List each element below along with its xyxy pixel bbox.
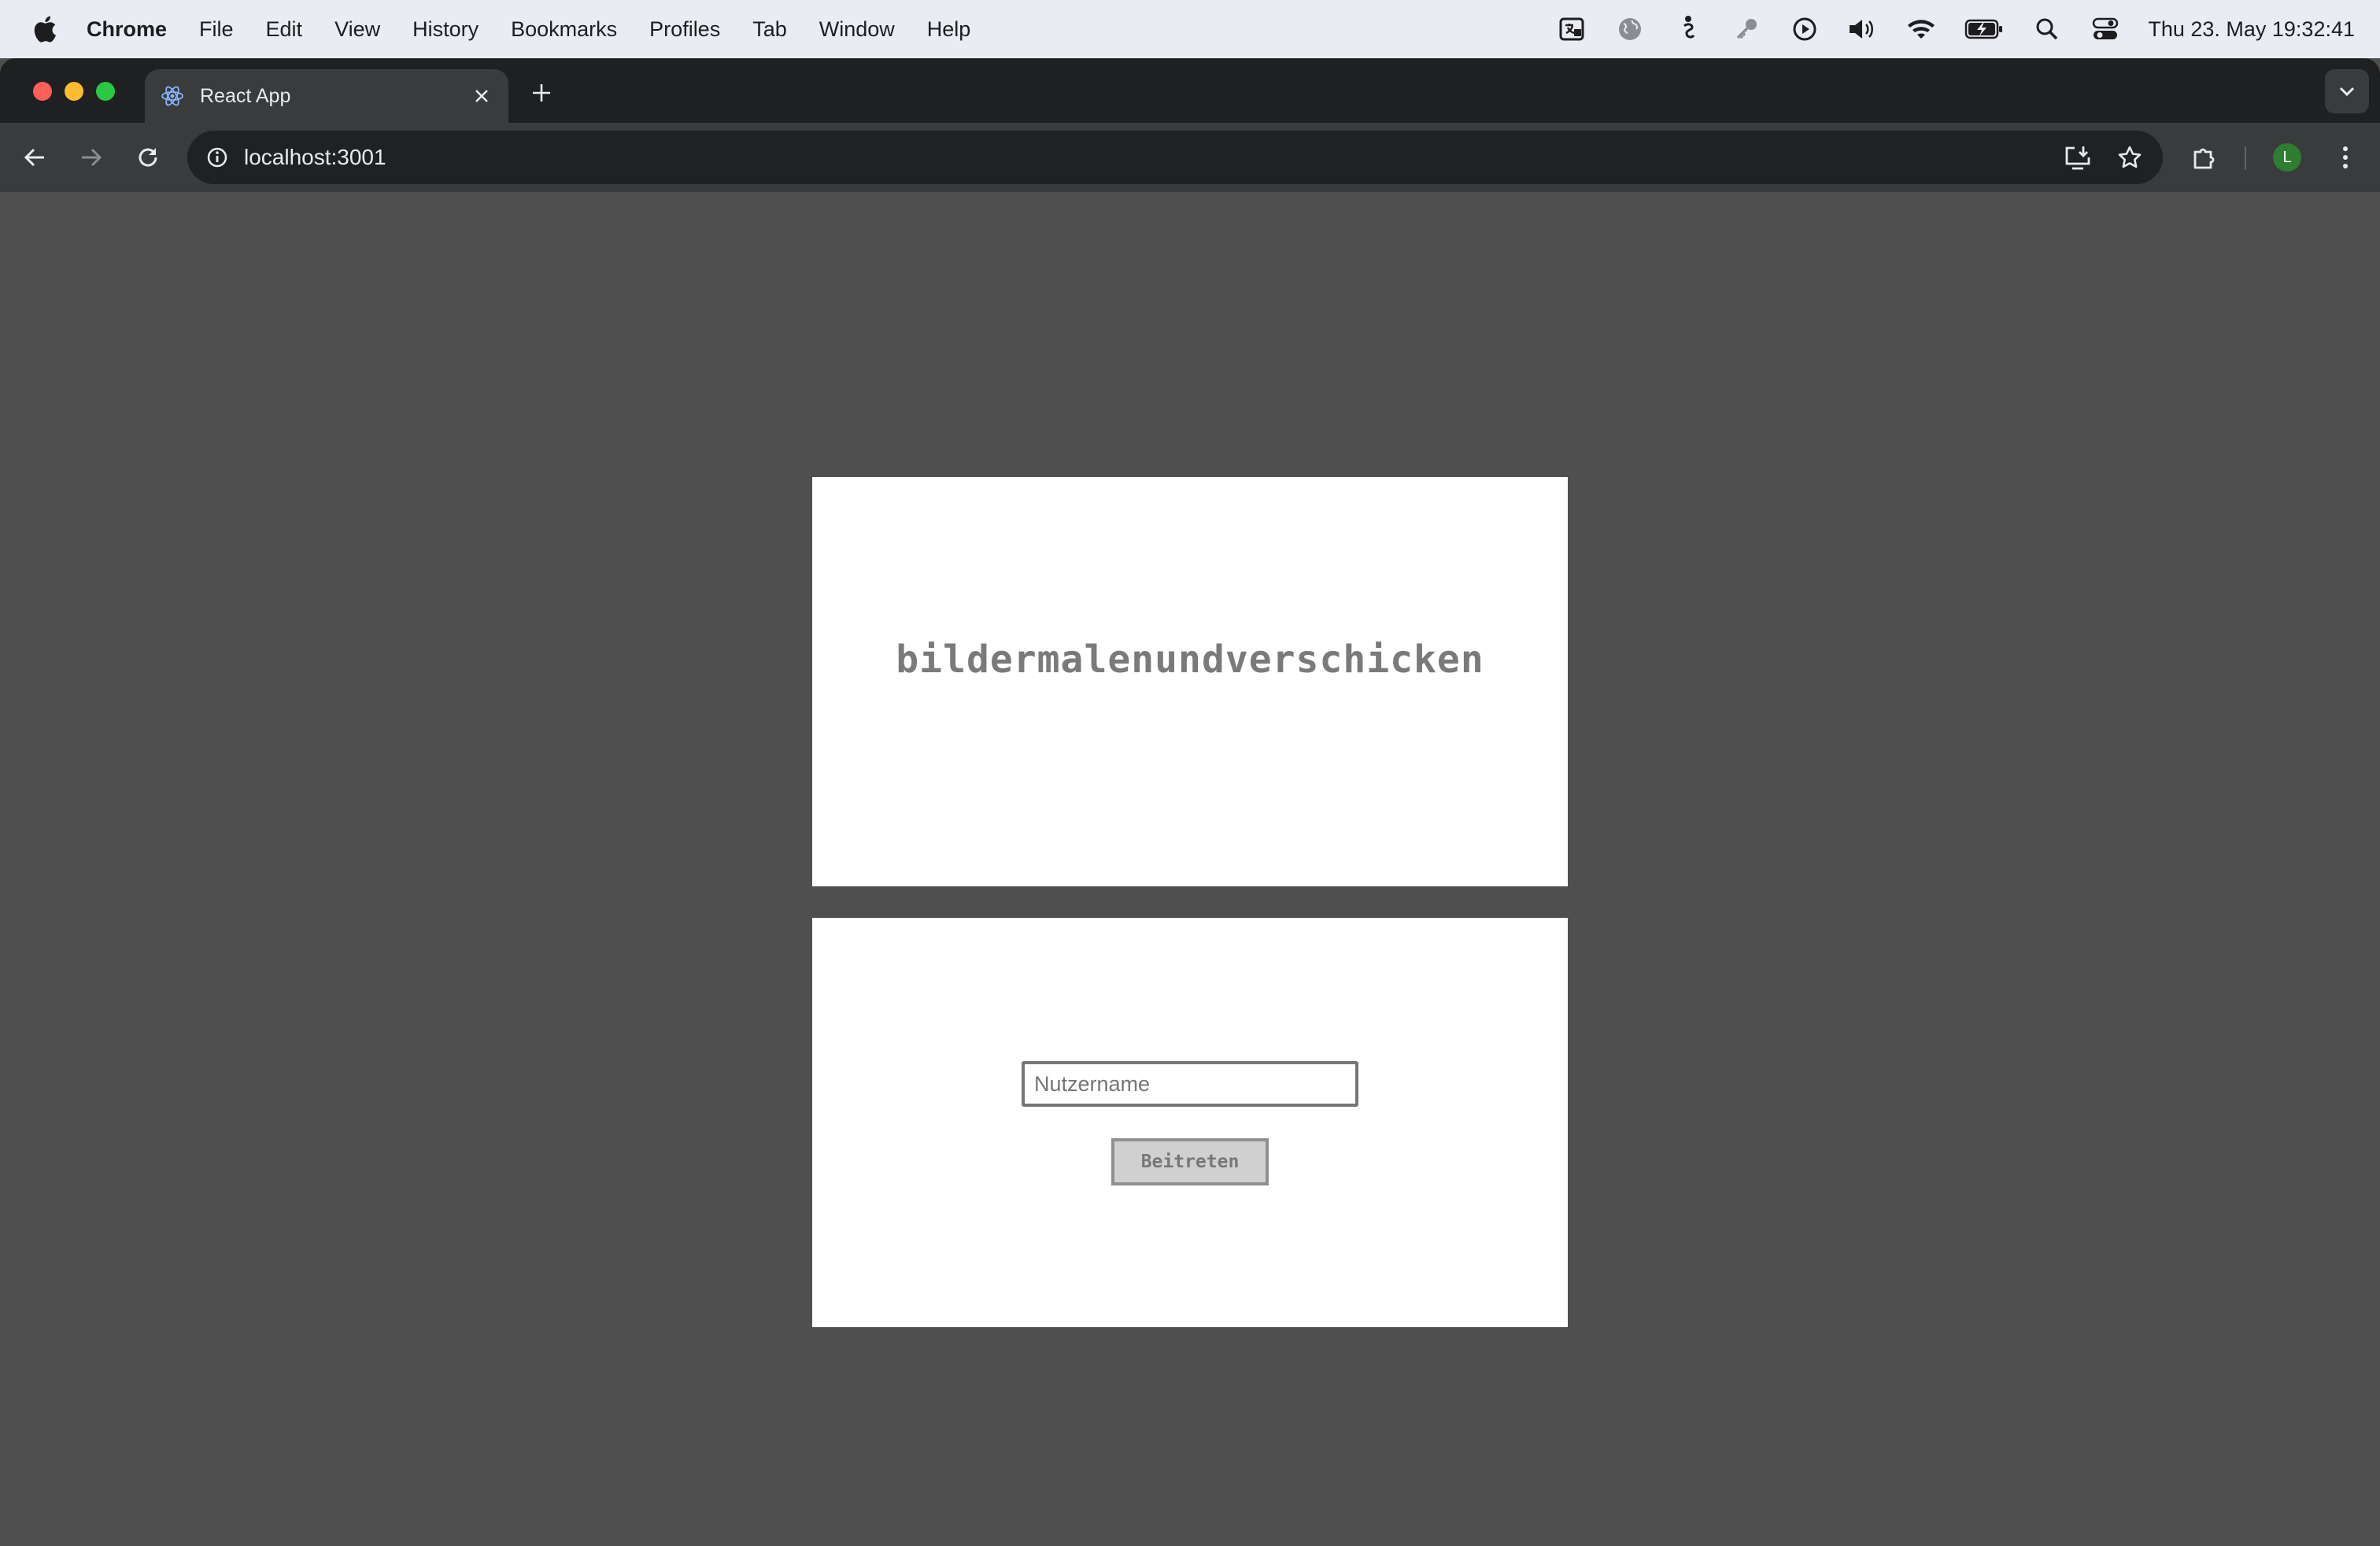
menu-view[interactable]: View — [334, 17, 380, 42]
browser-toolbar: localhost:3001 L — [0, 123, 2380, 192]
menu-profiles[interactable]: Profiles — [649, 17, 720, 42]
status-area: Thu 23. May 19:32:41 — [1529, 0, 2355, 58]
window-fullscreen-button[interactable] — [96, 82, 115, 101]
menu-app-name[interactable]: Chrome — [87, 17, 167, 42]
menu-tab[interactable]: Tab — [752, 17, 787, 42]
menu-file[interactable]: File — [199, 17, 234, 42]
toolbar-divider — [2245, 146, 2246, 170]
bookmark-star-icon[interactable] — [2111, 139, 2149, 176]
profile-avatar[interactable]: L — [2273, 143, 2301, 172]
react-logo-icon — [159, 83, 186, 109]
menu-bar-clock[interactable]: Thu 23. May 19:32:41 — [2148, 17, 2355, 42]
address-bar[interactable]: localhost:3001 — [187, 131, 2163, 184]
extensions-puzzle-icon[interactable] — [2185, 139, 2223, 176]
wifi-icon[interactable] — [1905, 13, 1937, 45]
menu-bookmarks[interactable]: Bookmarks — [511, 17, 617, 42]
spotlight-search-icon[interactable] — [2031, 13, 2063, 45]
menu-window[interactable]: Window — [819, 17, 895, 42]
site-info-icon[interactable] — [201, 142, 233, 173]
page-viewport: bildermalenundverschicken Beitreten — [0, 192, 2380, 1546]
reload-icon[interactable] — [129, 139, 167, 176]
apple-menu-icon[interactable] — [28, 13, 60, 45]
page-title: bildermalenundverschicken — [896, 638, 1484, 682]
volume-icon[interactable] — [1847, 13, 1879, 45]
tab-close-icon[interactable] — [468, 82, 496, 110]
install-app-icon[interactable] — [2059, 139, 2097, 176]
back-arrow-icon[interactable] — [16, 139, 54, 176]
play-circle-icon[interactable] — [1789, 13, 1820, 45]
window-close-button[interactable] — [33, 82, 52, 101]
tab-title: React App — [200, 84, 291, 107]
menu-history[interactable]: History — [412, 17, 479, 42]
menu-edit[interactable]: Edit — [266, 17, 303, 42]
url-text[interactable]: localhost:3001 — [244, 145, 2059, 170]
window-minimize-button[interactable] — [65, 82, 83, 101]
username-input[interactable] — [1022, 1061, 1358, 1107]
login-panel: Beitreten — [812, 918, 1568, 1327]
join-button[interactable]: Beitreten — [1111, 1138, 1269, 1185]
accessibility-icon[interactable] — [1672, 13, 1704, 45]
active-tab[interactable]: React App — [145, 69, 508, 123]
control-center-icon[interactable] — [2090, 13, 2121, 45]
translate-icon[interactable] — [1556, 13, 1587, 45]
key-icon[interactable] — [1731, 13, 1762, 45]
forward-arrow-icon[interactable] — [72, 139, 110, 176]
title-panel: bildermalenundverschicken — [812, 477, 1568, 886]
battery-charging-icon[interactable] — [1964, 13, 2005, 45]
new-tab-plus-icon[interactable] — [526, 77, 557, 109]
globe-icon[interactable] — [1614, 13, 1646, 45]
menu-help[interactable]: Help — [927, 17, 971, 42]
tab-strip: React App — [0, 58, 2380, 123]
browser-window: React App localhost:3001 L bildermalenun… — [0, 58, 2380, 1546]
more-vertical-icon[interactable] — [2326, 139, 2364, 176]
macos-menu-bar: Chrome File Edit View History Bookmarks … — [0, 0, 2380, 58]
tab-search-chevron-down-icon[interactable] — [2325, 69, 2369, 113]
